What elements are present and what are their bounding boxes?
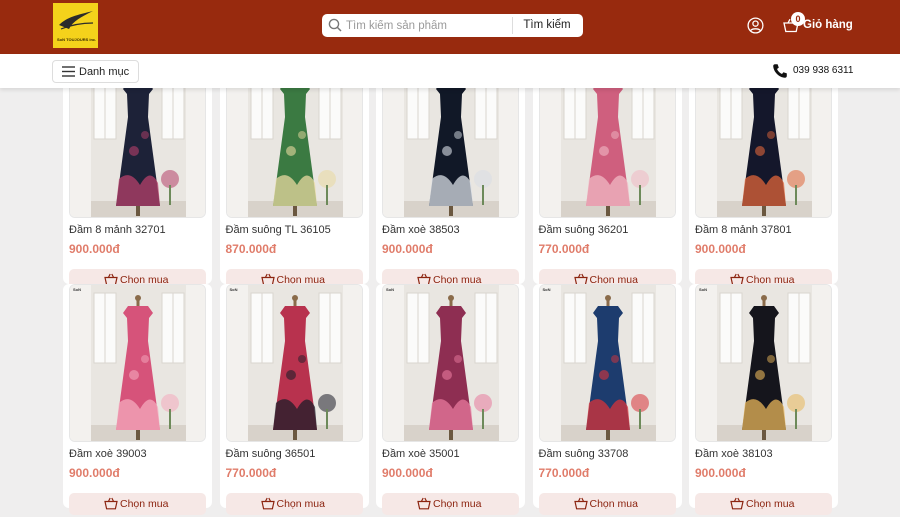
image-watermark: SoN bbox=[699, 287, 707, 292]
buy-button-label: Chọn mua bbox=[433, 498, 482, 510]
product-name[interactable]: Đầm xoè 38103 bbox=[695, 448, 773, 460]
search-input[interactable] bbox=[346, 17, 530, 34]
product-name[interactable]: Đầm 8 mảnh 37801 bbox=[695, 224, 792, 236]
product-price: 900.000đ bbox=[695, 242, 746, 256]
brand-logo[interactable]: SoN TOUJOURS inc. bbox=[53, 3, 98, 48]
site-header: SoN TOUJOURS inc. Tìm kiếm 0 Giỏ hàng bbox=[0, 0, 900, 54]
image-watermark: SoN bbox=[542, 287, 551, 292]
product-price: 900.000đ bbox=[69, 466, 120, 480]
dress-photo bbox=[539, 285, 675, 441]
buy-button[interactable]: Chọn mua bbox=[225, 493, 363, 515]
product-price: 770.000đ bbox=[538, 466, 590, 480]
product-price: 870.000đ bbox=[225, 242, 277, 256]
product-name[interactable]: Đầm xoè 35001 bbox=[382, 448, 460, 460]
buy-button[interactable]: Chọn mua bbox=[382, 493, 519, 515]
product-image[interactable]: SoN bbox=[382, 284, 519, 442]
product-price: 770.000đ bbox=[538, 242, 590, 256]
buy-button-label: Chọn mua bbox=[276, 498, 325, 510]
dress-photo bbox=[70, 285, 205, 441]
image-watermark: SoN bbox=[229, 287, 238, 292]
product-name[interactable]: Đầm suông TL 36105 bbox=[226, 224, 331, 236]
cart-button[interactable]: 0 Giỏ hàng bbox=[782, 12, 853, 39]
product-card[interactable]: SoN Đầm xoè 39003 900.000đ Chọn mua bbox=[63, 284, 212, 515]
hotline-number[interactable]: 039 938 6311 bbox=[793, 65, 853, 76]
product-card[interactable]: SoNĐầm xoè 38503900.000đChọn mua bbox=[376, 60, 525, 291]
dress-photo bbox=[226, 285, 362, 441]
user-icon[interactable] bbox=[747, 17, 764, 34]
shopping-basket-icon bbox=[104, 497, 118, 510]
category-bar: Danh mục 039 938 6311 bbox=[0, 54, 900, 88]
buy-button-label: Chọn mua bbox=[589, 498, 638, 510]
product-name[interactable]: Đầm 8 mảnh 32701 bbox=[69, 224, 166, 236]
cart-label: Giỏ hàng bbox=[803, 19, 853, 31]
category-menu-label: Danh mục bbox=[79, 66, 130, 78]
product-name[interactable]: Đầm suông 36201 bbox=[539, 224, 629, 236]
buy-button-label: Chọn mua bbox=[120, 498, 169, 510]
product-name[interactable]: Đầm suông 33708 bbox=[539, 448, 629, 460]
product-price: 900.000đ bbox=[695, 466, 746, 480]
product-card[interactable]: SoNĐầm 8 mảnh 32701900.000đChọn mua bbox=[63, 60, 212, 291]
search-icon[interactable] bbox=[328, 18, 342, 32]
product-card[interactable]: SoN Đầm xoè 38103 900.000đ Chọn mua bbox=[689, 284, 838, 515]
shopping-basket-icon bbox=[730, 497, 744, 510]
logo-text: SoN TOUJOURS inc. bbox=[57, 37, 97, 42]
product-image[interactable]: SoN bbox=[69, 284, 206, 442]
shopping-basket-icon bbox=[260, 497, 275, 510]
product-name[interactable]: Đầm xoè 38503 bbox=[382, 224, 460, 236]
product-card[interactable]: SoN Đầm suông 33708 770.000đ Chọn mua bbox=[532, 284, 682, 515]
product-name[interactable]: Đầm suông 36501 bbox=[226, 448, 316, 460]
category-menu-button[interactable]: Danh mục bbox=[52, 60, 139, 83]
product-image[interactable]: SoN bbox=[695, 284, 832, 442]
buy-button[interactable]: Chọn mua bbox=[69, 493, 206, 515]
product-price: 900.000đ bbox=[382, 242, 433, 256]
product-card[interactable]: SoN Đầm suông 36501 770.000đ Chọn mua bbox=[219, 284, 369, 515]
product-card[interactable]: SoNĐầm 8 mảnh 37801900.000đChọn mua bbox=[689, 60, 838, 291]
dress-photo bbox=[383, 285, 518, 441]
shopping-basket-icon bbox=[573, 497, 588, 510]
product-image[interactable]: SoN bbox=[225, 284, 363, 442]
product-name[interactable]: Đầm xoè 39003 bbox=[69, 448, 147, 460]
product-price: 770.000đ bbox=[225, 466, 277, 480]
product-price: 900.000đ bbox=[69, 242, 120, 256]
product-card[interactable]: SoNĐầm suông TL 36105870.000đChọn mua bbox=[219, 60, 369, 291]
buy-button-label: Chọn mua bbox=[746, 498, 795, 510]
product-card[interactable]: SoNĐầm suông 36201770.000đChọn mua bbox=[532, 60, 682, 291]
image-watermark: SoN bbox=[386, 287, 394, 292]
image-watermark: SoN bbox=[73, 287, 81, 292]
shopping-basket-icon bbox=[417, 497, 431, 510]
buy-button[interactable]: Chọn mua bbox=[695, 493, 832, 515]
product-price: 900.000đ bbox=[382, 466, 433, 480]
hamburger-icon bbox=[62, 66, 75, 77]
dress-photo bbox=[696, 285, 831, 441]
product-image[interactable]: SoN bbox=[538, 284, 676, 442]
phone-icon[interactable] bbox=[772, 63, 788, 79]
search-button[interactable]: Tìm kiếm bbox=[513, 14, 581, 37]
product-card[interactable]: SoN Đầm xoè 35001 900.000đ Chọn mua bbox=[376, 284, 525, 515]
buy-button[interactable]: Chọn mua bbox=[538, 493, 676, 515]
